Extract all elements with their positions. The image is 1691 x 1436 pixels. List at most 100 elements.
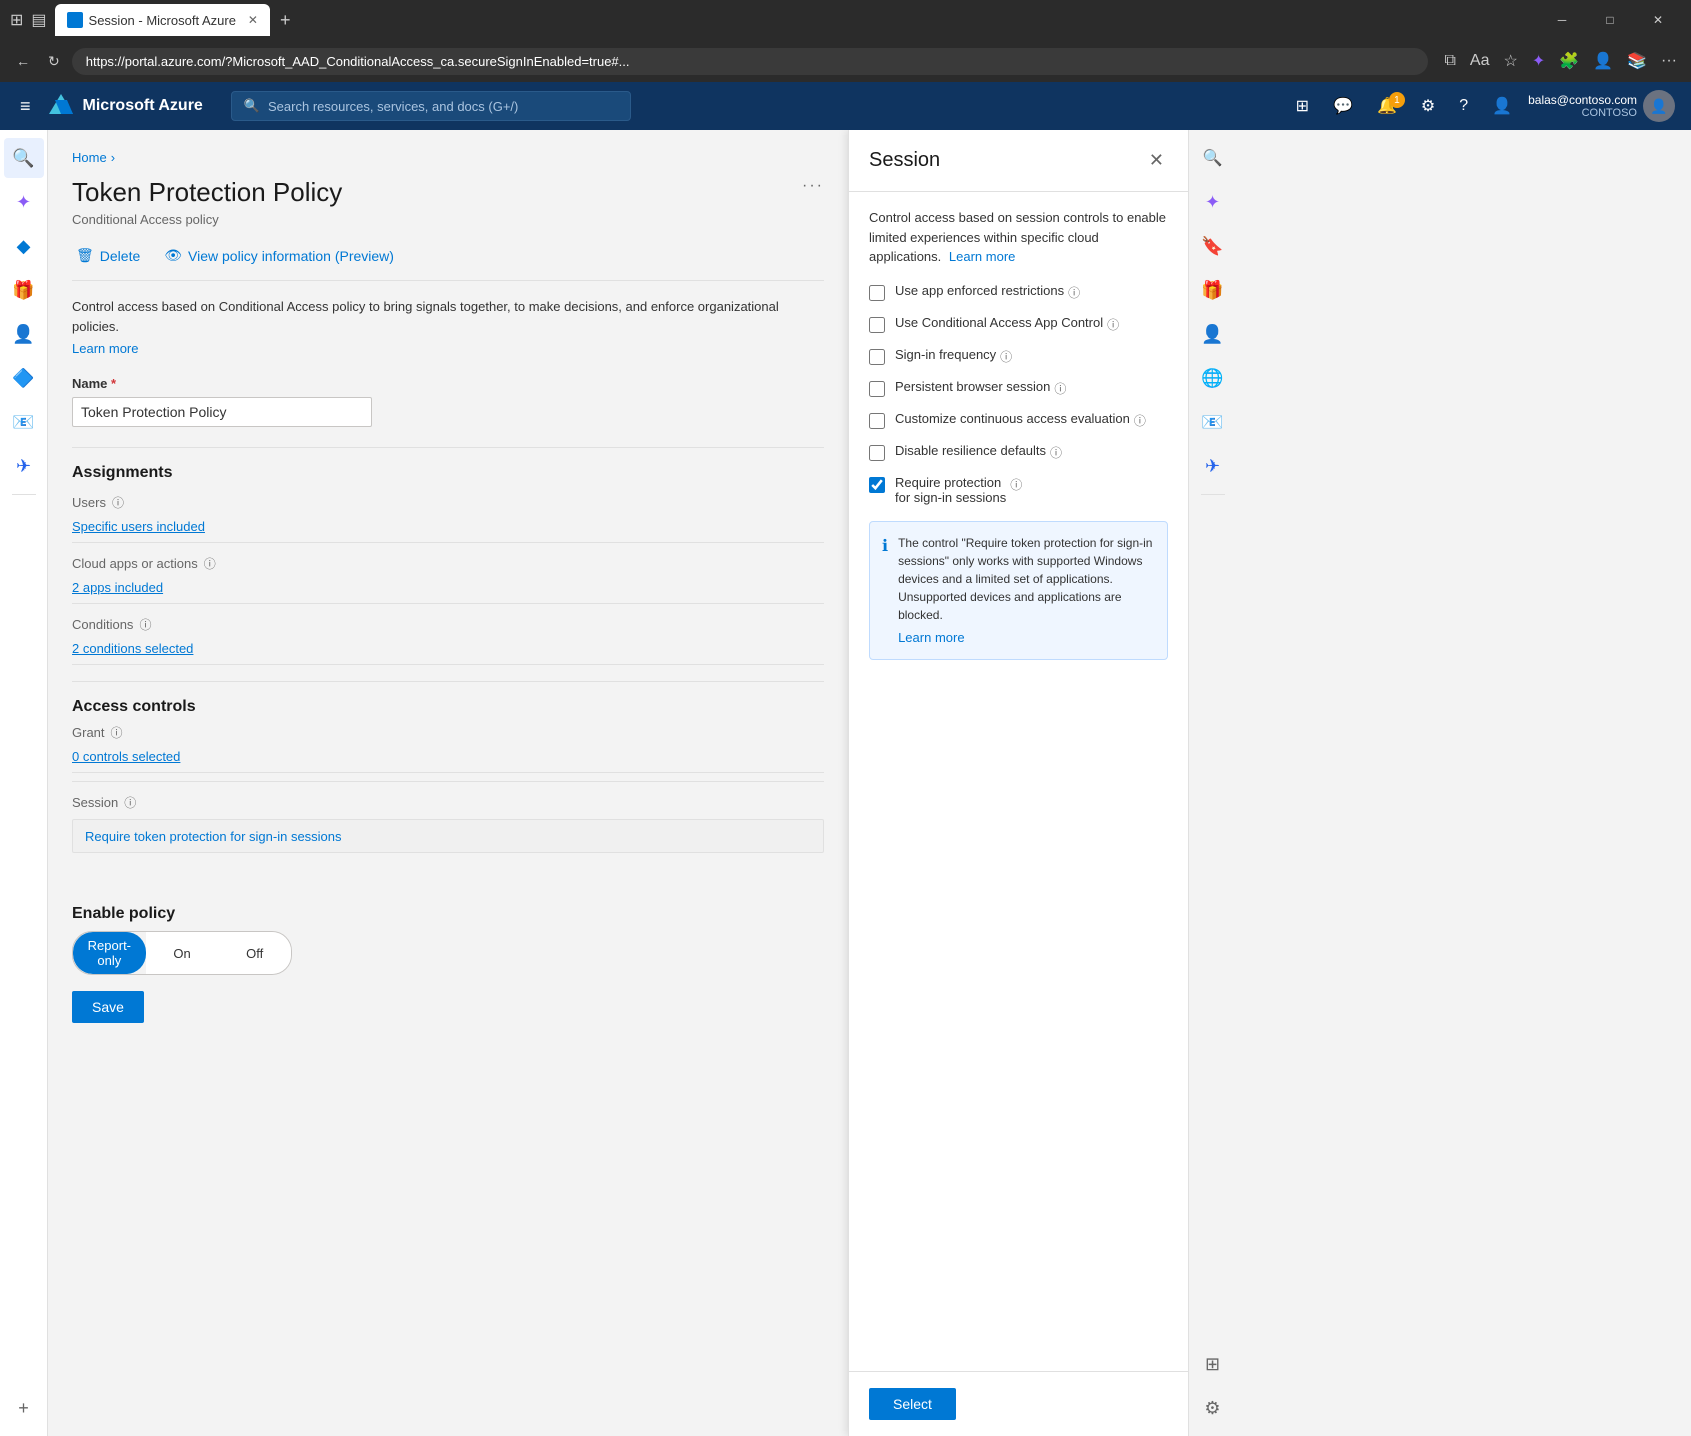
customize-cae-info-icon[interactable]: ⓘ xyxy=(1134,412,1146,429)
sign-in-freq-info-icon[interactable]: ⓘ xyxy=(1000,348,1012,365)
split-screen-icon[interactable]: ⧉ xyxy=(1440,48,1459,74)
conditions-value[interactable]: 2 conditions selected xyxy=(72,637,824,665)
conditions-info-icon[interactable]: ⓘ xyxy=(139,616,151,633)
new-tab-button[interactable]: + xyxy=(274,10,297,31)
session-info-icon[interactable]: ⓘ xyxy=(124,794,136,811)
address-bar[interactable] xyxy=(72,48,1429,75)
persistent-browser-checkbox[interactable] xyxy=(869,381,885,397)
panel-learn-more-link[interactable]: Learn more xyxy=(949,249,1015,264)
panel-description: Control access based on session controls… xyxy=(869,208,1168,267)
right-sidebar-sphere-icon[interactable]: 🌐 xyxy=(1193,358,1233,398)
delete-button[interactable]: 🗑 Delete xyxy=(72,243,144,268)
read-aloud-icon[interactable]: Aa xyxy=(1466,48,1494,74)
more-menu-icon[interactable]: ··· xyxy=(1657,48,1681,74)
toggle-off[interactable]: Off xyxy=(218,932,291,974)
hamburger-menu-icon[interactable]: ≡ xyxy=(16,92,35,121)
cloud-apps-value[interactable]: 2 apps included xyxy=(72,576,824,604)
right-sidebar-person-icon[interactable]: 👤 xyxy=(1193,314,1233,354)
toggle-on[interactable]: On xyxy=(146,932,219,974)
tab-close-icon[interactable]: ✕ xyxy=(248,13,258,27)
right-sidebar-plane-icon[interactable]: ✈ xyxy=(1193,446,1233,486)
maximize-button[interactable]: □ xyxy=(1587,4,1633,36)
breadcrumb-home[interactable]: Home xyxy=(72,150,107,165)
right-sidebar-expand-icon[interactable]: ⊞ xyxy=(1193,1344,1233,1384)
favorites-icon[interactable]: ☆ xyxy=(1500,47,1522,75)
use-caa-checkbox[interactable] xyxy=(869,317,885,333)
name-section: Name * xyxy=(72,376,824,427)
learn-more-link[interactable]: Learn more xyxy=(72,341,138,356)
page-title: Token Protection Policy xyxy=(72,177,342,208)
save-button[interactable]: Save xyxy=(72,991,144,1023)
extensions-icon[interactable]: 🧩 xyxy=(1555,47,1583,75)
sidebar-icon-airplane[interactable]: ✈ xyxy=(4,446,44,486)
use-caa-info-icon[interactable]: ⓘ xyxy=(1107,316,1119,333)
customize-cae-checkbox[interactable] xyxy=(869,413,885,429)
copilot-icon[interactable]: ✦ xyxy=(1528,47,1549,75)
info-box-text: The control "Require token protection fo… xyxy=(898,536,1152,622)
tab-grid-icon[interactable]: ⊞ xyxy=(10,10,23,30)
customize-cae-label: Customize continuous access evaluation ⓘ xyxy=(895,411,1146,429)
sidebar-icon-add[interactable]: + xyxy=(4,1388,44,1428)
name-input[interactable] xyxy=(72,397,372,427)
require-protection-info-icon[interactable]: ⓘ xyxy=(1010,476,1022,493)
cloud-apps-info-icon[interactable]: ⓘ xyxy=(204,555,216,572)
session-value[interactable]: Require token protection for sign-in ses… xyxy=(85,829,342,844)
select-button[interactable]: Select xyxy=(869,1388,956,1420)
more-options-button[interactable]: ··· xyxy=(802,177,824,195)
require-protection-checkbox[interactable] xyxy=(869,477,885,493)
settings-icon[interactable]: ⚙ xyxy=(1413,92,1443,120)
sign-in-freq-checkbox[interactable] xyxy=(869,349,885,365)
checkbox-require-protection: Require protectionfor sign-in sessions ⓘ xyxy=(869,475,1168,505)
back-button[interactable]: ← xyxy=(10,49,36,73)
user-info[interactable]: balas@contoso.com CONTOSO 👤 xyxy=(1528,90,1675,122)
use-app-enforced-checkbox[interactable] xyxy=(869,285,885,301)
right-sidebar-outlook-icon[interactable]: 📧 xyxy=(1193,402,1233,442)
sidebar-icon-shield[interactable]: 🔷 xyxy=(4,358,44,398)
right-sidebar-search-icon[interactable]: 🔍 xyxy=(1193,138,1233,178)
session-section: Session ⓘ Require token protection for s… xyxy=(72,794,824,853)
minimize-button[interactable]: ─ xyxy=(1539,4,1585,36)
terminal-icon[interactable]: ⊞ xyxy=(1288,92,1317,120)
users-value[interactable]: Specific users included xyxy=(72,515,824,543)
grant-value[interactable]: 0 controls selected xyxy=(72,745,824,773)
disable-resilience-checkbox[interactable] xyxy=(869,445,885,461)
search-input[interactable] xyxy=(268,99,618,114)
help-icon[interactable]: ? xyxy=(1451,93,1476,119)
search-bar[interactable]: 🔍 xyxy=(231,91,631,121)
sidebar-icon-copilot[interactable]: ✦ xyxy=(4,182,44,222)
persistent-browser-info-icon[interactable]: ⓘ xyxy=(1054,380,1066,397)
sidebar-toggle-icon[interactable]: ▤ xyxy=(31,10,46,30)
users-info-icon[interactable]: ⓘ xyxy=(112,494,124,511)
azure-logo: Microsoft Azure xyxy=(47,92,203,120)
sidebar-divider xyxy=(12,494,36,495)
session-value-box[interactable]: Require token protection for sign-in ses… xyxy=(72,819,824,853)
sidebar-icon-diamond[interactable]: ◆ xyxy=(4,226,44,266)
feedback-icon[interactable]: 💬 xyxy=(1325,92,1361,120)
notifications-icon[interactable]: 🔔 1 xyxy=(1369,92,1405,120)
profile-icon[interactable]: 👤 xyxy=(1589,47,1617,75)
policy-description: Control access based on Conditional Acce… xyxy=(72,297,824,336)
use-app-enforced-info-icon[interactable]: ⓘ xyxy=(1068,284,1080,301)
active-tab[interactable]: Session - Microsoft Azure ✕ xyxy=(55,4,270,36)
panel-header: Session ✕ xyxy=(849,130,1188,192)
panel-title: Session xyxy=(869,149,940,172)
sidebar-icon-email[interactable]: 📧 xyxy=(4,402,44,442)
view-policy-button[interactable]: 👁 View policy information (Preview) xyxy=(160,243,398,268)
sidebar-icon-person[interactable]: 👤 xyxy=(4,314,44,354)
panel-close-button[interactable]: ✕ xyxy=(1145,146,1168,175)
right-sidebar-gift-icon[interactable]: 🎁 xyxy=(1193,270,1233,310)
disable-resilience-info-icon[interactable]: ⓘ xyxy=(1050,444,1062,461)
avatar[interactable]: 👤 xyxy=(1643,90,1675,122)
user-menu-icon[interactable]: 👤 xyxy=(1484,92,1520,120)
right-sidebar-copilot-icon[interactable]: ✦ xyxy=(1193,182,1233,222)
toggle-report-only[interactable]: Report-only xyxy=(73,932,146,974)
right-sidebar-settings-icon[interactable]: ⚙ xyxy=(1193,1388,1233,1428)
grant-info-icon[interactable]: ⓘ xyxy=(111,724,123,741)
right-sidebar-bookmark-icon[interactable]: 🔖 xyxy=(1193,226,1233,266)
refresh-button[interactable]: ↻ xyxy=(42,49,66,74)
collections-icon[interactable]: 📚 xyxy=(1623,47,1651,75)
sidebar-icon-gift[interactable]: 🎁 xyxy=(4,270,44,310)
info-box-learn-more[interactable]: Learn more xyxy=(898,628,1155,648)
sidebar-icon-search[interactable]: 🔍 xyxy=(4,138,44,178)
close-button[interactable]: ✕ xyxy=(1635,4,1681,36)
